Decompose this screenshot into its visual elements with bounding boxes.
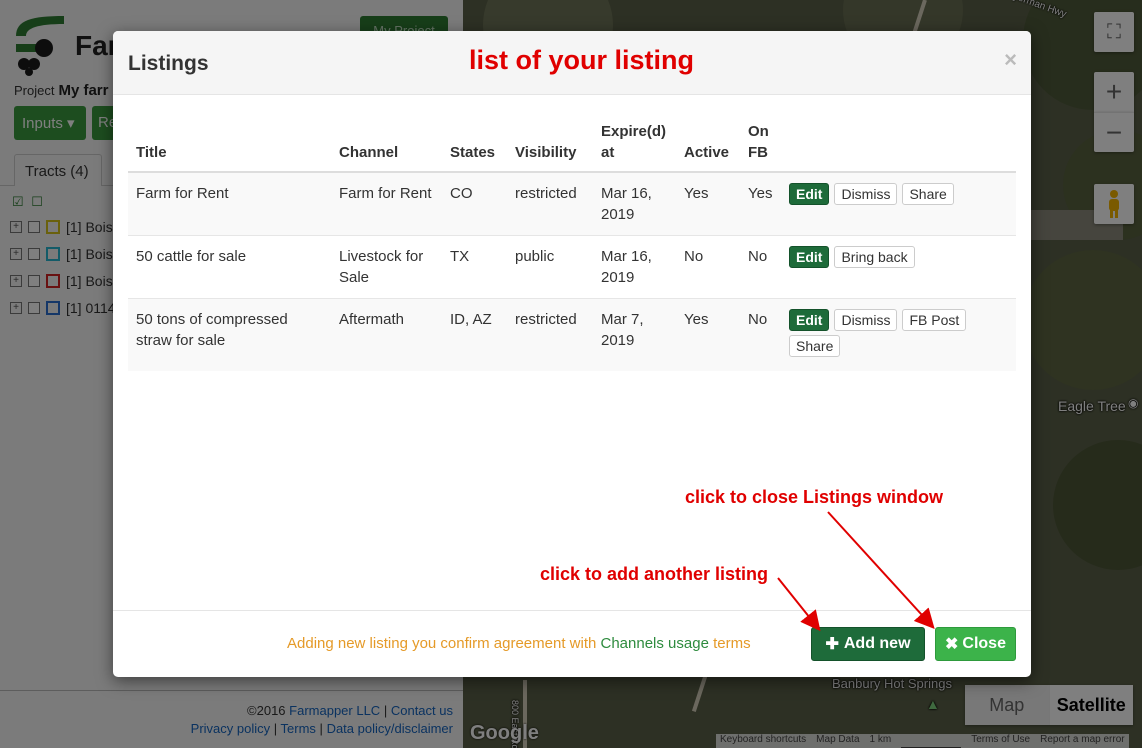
edit-button[interactable]: Edit (789, 309, 830, 331)
modal-title: Listings (128, 52, 209, 75)
listing-on-fb: Yes (740, 171, 781, 236)
modal-header: Listings list of your listing × (113, 31, 1031, 95)
listing-active: No (676, 235, 740, 299)
listing-active: Yes (676, 298, 740, 371)
dismiss-button[interactable]: Dismiss (834, 309, 898, 331)
close-button[interactable]: ✖ Close (935, 627, 1016, 661)
plus-icon: ✚ (825, 636, 839, 653)
share-button[interactable]: Share (902, 183, 954, 205)
listing-title: 50 tons of compressed straw for sale (128, 298, 331, 371)
close-x-icon: ✖ (945, 636, 959, 653)
column-header: On FB (740, 117, 781, 173)
dismiss-button[interactable]: Dismiss (834, 183, 898, 205)
table-row: 50 tons of compressed straw for sale Aft… (128, 298, 1016, 371)
listing-actions: Edit Dismiss FB Post Share (781, 298, 1016, 371)
table-row: 50 cattle for sale Livestock for Sale TX… (128, 235, 1016, 299)
column-header: Channel (331, 117, 442, 173)
table-row: Farm for Rent Farm for Rent CO restricte… (128, 171, 1016, 236)
listing-visibility: restricted (507, 171, 593, 236)
add-new-label: Add new (843, 635, 911, 652)
listings-table: Title Channel States Visibility Expire(d… (128, 117, 1016, 371)
listing-active: Yes (676, 171, 740, 236)
listing-states: ID, AZ (442, 298, 507, 371)
agreement-text: Adding new listing you confirm agreement… (287, 635, 601, 652)
bring-back-button[interactable]: Bring back (834, 246, 915, 268)
footer-agreement-note: Adding new listing you confirm agreement… (287, 635, 751, 652)
column-header: Expire(d) at (593, 117, 676, 173)
channels-usage-link[interactable]: Channels usage (601, 635, 709, 652)
listing-actions: Edit Bring back (781, 235, 1016, 299)
listing-title: 50 cattle for sale (128, 235, 331, 299)
listing-channel: Aftermath (331, 298, 442, 371)
listing-states: TX (442, 235, 507, 299)
column-header: Active (676, 117, 740, 173)
modal-footer: Adding new listing you confirm agreement… (113, 610, 1031, 677)
annotation-list-title: list of your listing (469, 45, 695, 75)
modal-close-icon[interactable]: × (1004, 47, 1017, 73)
listing-on-fb: No (740, 235, 781, 299)
column-header: States (442, 117, 507, 173)
share-button[interactable]: Share (789, 335, 841, 357)
listing-on-fb: No (740, 298, 781, 371)
listing-visibility: public (507, 235, 593, 299)
column-header: Visibility (507, 117, 593, 173)
listing-channel: Farm for Rent (331, 171, 442, 236)
annotation-close-hint: click to close Listings window (685, 487, 944, 507)
listing-expire: Mar 16, 2019 (593, 235, 676, 299)
listing-expire: Mar 16, 2019 (593, 171, 676, 236)
edit-button[interactable]: Edit (789, 246, 830, 268)
listing-visibility: restricted (507, 298, 593, 371)
agreement-terms-text: terms (708, 635, 751, 652)
listing-expire: Mar 7, 2019 (593, 298, 676, 371)
listing-actions: Edit Dismiss Share (781, 171, 1016, 236)
listing-channel: Livestock for Sale (331, 235, 442, 299)
listing-title: Farm for Rent (128, 171, 331, 236)
column-header-actions (781, 117, 1016, 173)
add-new-button[interactable]: ✚ Add new (811, 627, 925, 661)
table-header-row: Title Channel States Visibility Expire(d… (128, 117, 1016, 173)
edit-button[interactable]: Edit (789, 183, 830, 205)
annotation-add-hint: click to add another listing (540, 564, 769, 584)
fb-post-button[interactable]: FB Post (902, 309, 967, 331)
column-header: Title (128, 117, 331, 173)
listing-states: CO (442, 171, 507, 236)
close-label: Close (962, 635, 1006, 652)
